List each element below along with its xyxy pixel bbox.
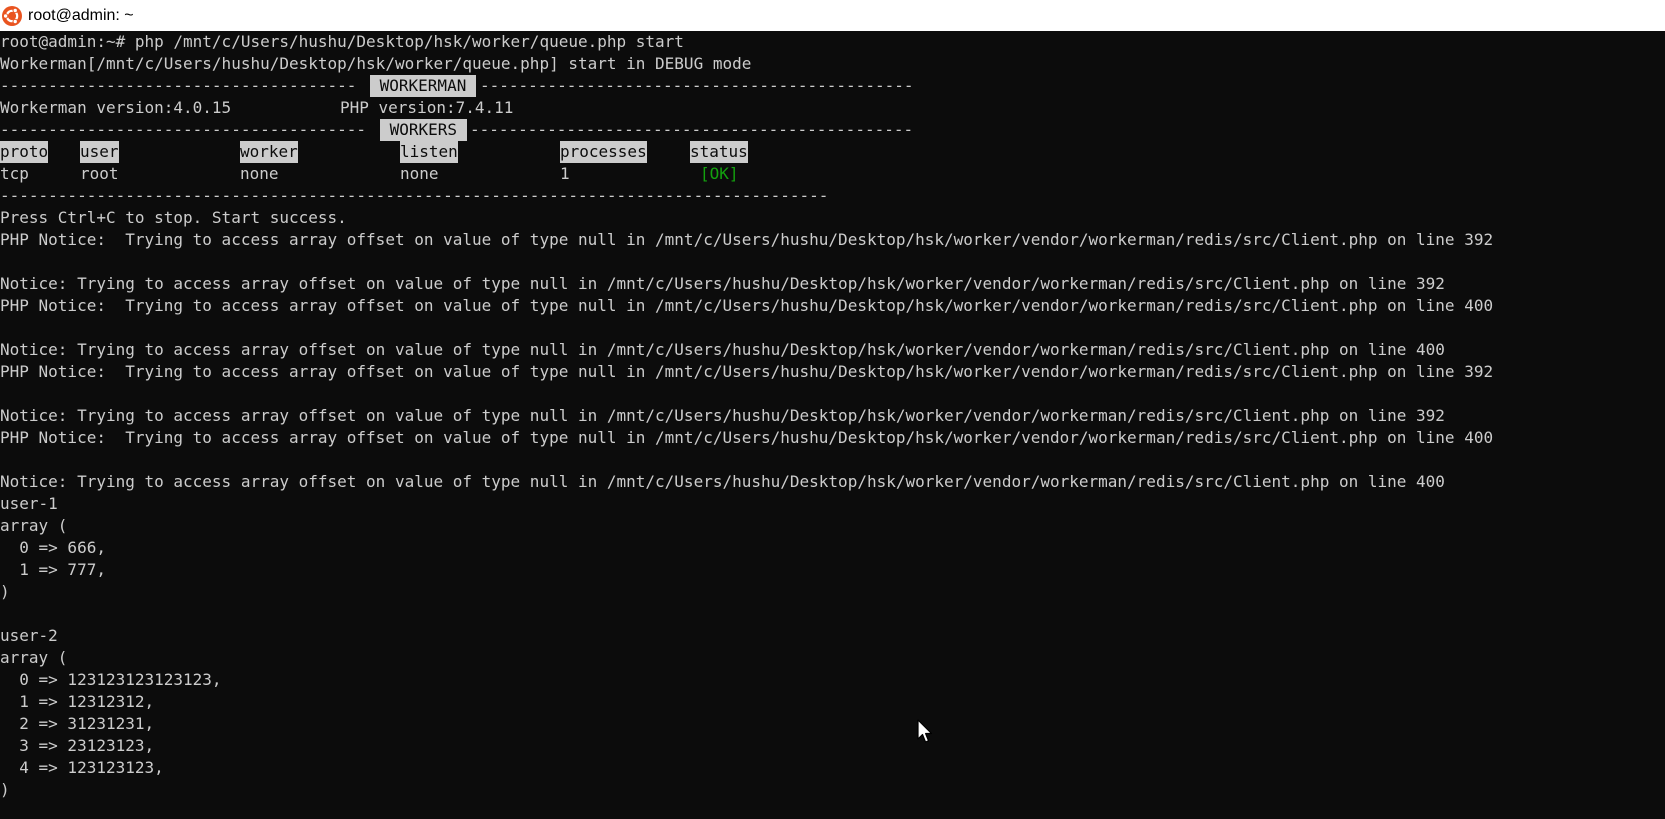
dump-line: 1 => 12312312,	[0, 692, 155, 711]
row-user: root	[80, 164, 119, 183]
notice-line: PHP Notice: Trying to access array offse…	[0, 362, 1494, 381]
mouse-pointer-icon	[917, 719, 933, 743]
row-proto: tcp	[0, 164, 29, 183]
dump-line: user-1	[0, 494, 58, 513]
header-worker: worker	[240, 141, 298, 163]
dump-line: 3 => 23123123,	[0, 736, 155, 755]
dump-line: 0 => 666,	[0, 538, 106, 557]
workerman-separator: ------------------------------------- WO…	[0, 75, 913, 97]
workers-separator: -------------------------------------- W…	[0, 119, 913, 141]
dump-line: )	[0, 582, 10, 601]
status-badge: [OK]	[700, 164, 739, 183]
ubuntu-logo-icon[interactable]	[2, 5, 22, 26]
dump-line: array (	[0, 648, 68, 667]
workers-table-header: proto user worker listen processes statu…	[0, 141, 748, 163]
separator-dashes: ----------------------------------------…	[470, 120, 914, 139]
debug-mode-line: Workerman[/mnt/c/Users/hushu/Desktop/hsk…	[0, 54, 752, 73]
notice-line: PHP Notice: Trying to access array offse…	[0, 296, 1494, 315]
notice-line: Notice: Trying to access array offset on…	[0, 340, 1445, 359]
version-line: Workerman version:4.0.15 PHP version:7.4…	[0, 97, 513, 119]
workers-label: WORKERS	[380, 119, 467, 141]
header-user: user	[80, 141, 119, 163]
row-worker: none	[240, 164, 279, 183]
dump-line: 2 => 31231231,	[0, 714, 155, 733]
terminal-window: root@admin: ~ root@admin:~# php /mnt/c/U…	[0, 0, 1665, 819]
workerman-label: WORKERMAN	[370, 75, 476, 97]
notice-line: PHP Notice: Trying to access array offse…	[0, 230, 1494, 249]
header-processes: processes	[560, 141, 647, 163]
php-version: PHP version:7.4.11	[340, 98, 514, 117]
separator-dashes: --------------------------------------	[0, 120, 367, 139]
workerman-version: Workerman version:4.0.15	[0, 98, 232, 117]
dump-line: 0 => 123123123123123,	[0, 670, 222, 689]
start-success-line: Press Ctrl+C to stop. Start success.	[0, 208, 347, 227]
header-proto: proto	[0, 141, 49, 163]
header-status: status	[690, 141, 748, 163]
separator-dashes: -------------------------------------	[0, 76, 357, 95]
dump-line: 4 => 123123123,	[0, 758, 164, 777]
notice-line: PHP Notice: Trying to access array offse…	[0, 428, 1494, 447]
notice-line: Notice: Trying to access array offset on…	[0, 406, 1445, 425]
terminal-output[interactable]: root@admin:~# php /mnt/c/Users/hushu/Des…	[0, 31, 1665, 819]
dump-line: )	[0, 780, 10, 799]
table-row: tcp root none none 1 [OK]	[0, 163, 739, 185]
dump-line: 1 => 777,	[0, 560, 106, 579]
prompt-line: root@admin:~# php /mnt/c/Users/hushu/Des…	[0, 32, 684, 51]
title-bar[interactable]: root@admin: ~	[0, 0, 1665, 31]
notice-line: Notice: Trying to access array offset on…	[0, 274, 1445, 293]
dump-line: array (	[0, 516, 68, 535]
window-title: root@admin: ~	[28, 7, 134, 24]
row-listen: none	[400, 164, 439, 183]
row-processes: 1	[560, 164, 570, 183]
separator-dashes: ----------------------------------------…	[480, 76, 914, 95]
table-bottom-separator: ----------------------------------------…	[0, 186, 829, 205]
dump-line: user-2	[0, 626, 58, 645]
notice-line: Notice: Trying to access array offset on…	[0, 472, 1445, 491]
header-listen: listen	[400, 141, 458, 163]
